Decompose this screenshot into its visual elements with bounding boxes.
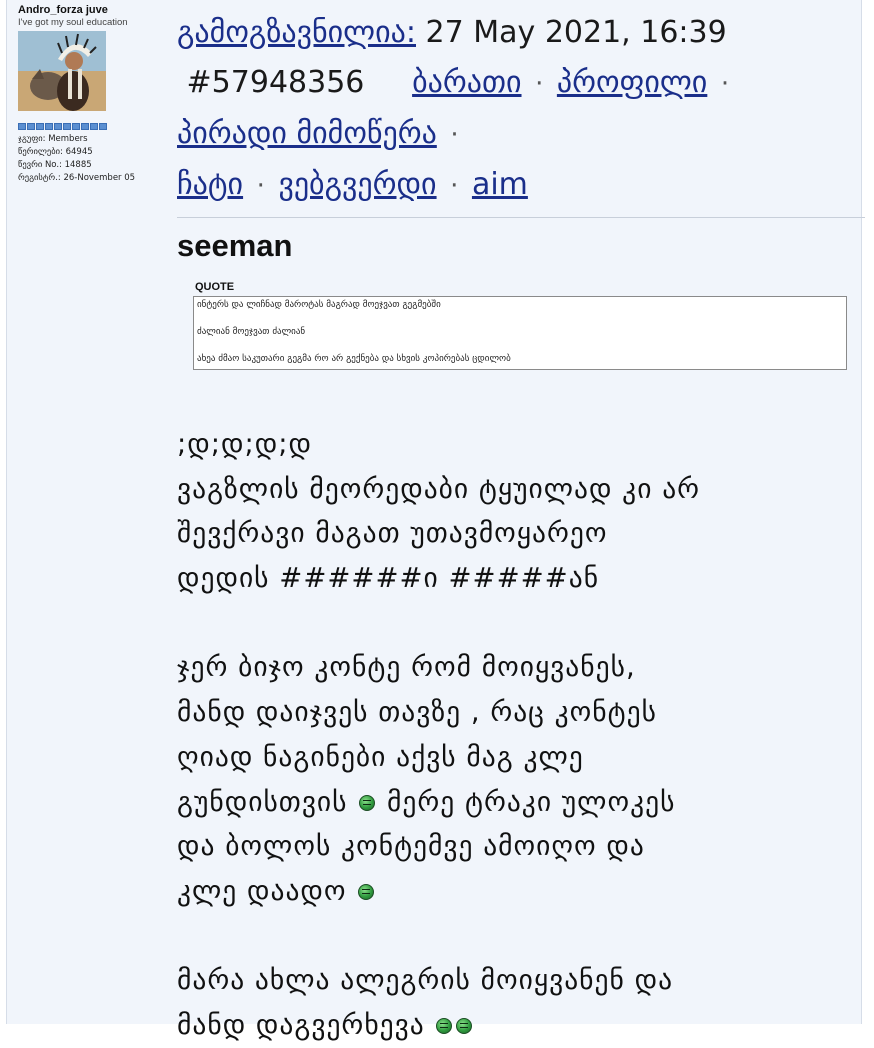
quote-line: ახეა ძმაო საკუთარი გეგმა რო არ გექნება დ… xyxy=(197,354,511,364)
separator: · xyxy=(256,171,265,201)
green-smiley-icon xyxy=(358,883,375,900)
post-main: გამოგზავნილია: 27 May 2021, 16:39 #57948… xyxy=(177,8,867,1048)
body-text-fragment: მერე ტრაკი ულოკეს xyxy=(387,785,676,818)
green-smiley-icon xyxy=(456,1017,473,1034)
user-registered-date: რეგისტრ.: 26-November 05 xyxy=(18,173,136,183)
private-message-link[interactable]: პირადი მიმოწერა xyxy=(177,116,437,151)
post-id: #57948356 xyxy=(186,65,365,100)
quote-box: ინტერს და ლიჩნად მაროტას მაგრად მოეჯვათ … xyxy=(193,296,847,370)
post-header-line-3: პირადი მიმოწერა · xyxy=(177,109,867,160)
header-divider xyxy=(177,217,865,218)
body-line-with-emoticon: კლე დაადო xyxy=(177,869,867,914)
green-smiley-icon xyxy=(436,1017,453,1034)
user-post-count: წერილები: 64945 xyxy=(18,147,93,157)
separator: · xyxy=(450,120,459,150)
rank-block xyxy=(90,123,98,130)
card-link[interactable]: ბარათი xyxy=(412,65,521,100)
user-meta: ჯგუფი: Members წერილები: 64945 წევრი No.… xyxy=(18,133,168,185)
separator: · xyxy=(535,69,544,99)
body-line: ღიად ნაგინები აქვს მაგ კლე xyxy=(177,740,584,773)
post-header-line-2: #57948356 ბარათი · პროფილი · xyxy=(177,58,867,109)
rank-block xyxy=(54,123,62,130)
avatar[interactable] xyxy=(18,31,106,111)
post-container: Andro_forza juve I've got my soul educat… xyxy=(6,0,865,1041)
body-line: ვაგზლის მეორედაბი ტყუილად კი არ xyxy=(177,472,701,505)
rank-block xyxy=(27,123,35,130)
rank-block xyxy=(45,123,53,130)
user-info-column: Andro_forza juve I've got my soul educat… xyxy=(18,4,168,185)
user-group: ჯგუფი: Members xyxy=(18,134,88,144)
rank-block xyxy=(81,123,89,130)
body-line: და ბოლოს კონტემვე ამოიღო და xyxy=(177,830,645,863)
user-member-number: წევრი No.: 14885 xyxy=(18,160,92,170)
body-text-fragment: კლე დაადო xyxy=(177,874,347,907)
quoted-author: seeman xyxy=(177,228,293,263)
rank-stars xyxy=(18,123,168,131)
separator: · xyxy=(450,171,459,201)
rank-block xyxy=(63,123,71,130)
user-tagline: I've got my soul education xyxy=(18,17,128,28)
rank-block xyxy=(36,123,44,130)
post-header-line-4: ჩატი · ვებგვერდი · aim xyxy=(177,160,867,211)
rank-block xyxy=(18,123,26,130)
quote-label: QUOTE xyxy=(195,281,235,293)
avatar-image xyxy=(18,31,106,111)
website-link[interactable]: ვებგვერდი xyxy=(278,167,436,202)
rank-block xyxy=(72,123,80,130)
post-header-line-1: გამოგზავნილია: 27 May 2021, 16:39 xyxy=(177,8,867,58)
quote-line: ინტერს და ლიჩნად მაროტას მაგრად მოეჯვათ … xyxy=(197,300,441,310)
username[interactable]: Andro_forza juve xyxy=(18,4,168,17)
chat-link[interactable]: ჩატი xyxy=(177,167,243,202)
sent-label-link[interactable]: გამოგზავნილია: xyxy=(177,15,416,50)
body-text-fragment: მანდ დაგვერხევა xyxy=(177,1008,425,1041)
body-line: მარა ახლა ალეგრის მოიყვანენ და xyxy=(177,964,674,997)
profile-link[interactable]: პროფილი xyxy=(557,65,707,100)
rank-block xyxy=(99,123,107,130)
body-text-fragment: გუნდისთვის xyxy=(177,785,348,818)
aim-link[interactable]: aim xyxy=(472,167,528,202)
green-smiley-icon xyxy=(359,794,376,811)
body-line: შევქრავი მაგათ უთავმოყარეო xyxy=(177,517,608,550)
body-line-with-emoticon: გუნდისთვის მერე ტრაკი ულოკეს xyxy=(177,780,867,825)
body-line-with-emoticon: მანდ დაგვერხევა xyxy=(177,1003,867,1048)
body-line: ჯერ ბიჯო კონტე რომ მოიყვანეს, xyxy=(177,651,636,684)
body-line: ;დ;დ;დ;დ xyxy=(177,428,313,460)
post-date: 27 May 2021, 16:39 xyxy=(425,15,727,50)
body-line: დედის ######ი #####ან xyxy=(177,562,600,595)
quote-line: ძალიან მოეჯვათ ძალიან xyxy=(197,327,306,337)
separator: · xyxy=(720,69,730,99)
body-line: მანდ დაიჯვეს თავზე , რაც კონტეს xyxy=(177,696,657,729)
post-body: ;დ;დ;დ;დ ვაგზლის მეორედაბი ტყუილად კი არ… xyxy=(177,422,867,1048)
